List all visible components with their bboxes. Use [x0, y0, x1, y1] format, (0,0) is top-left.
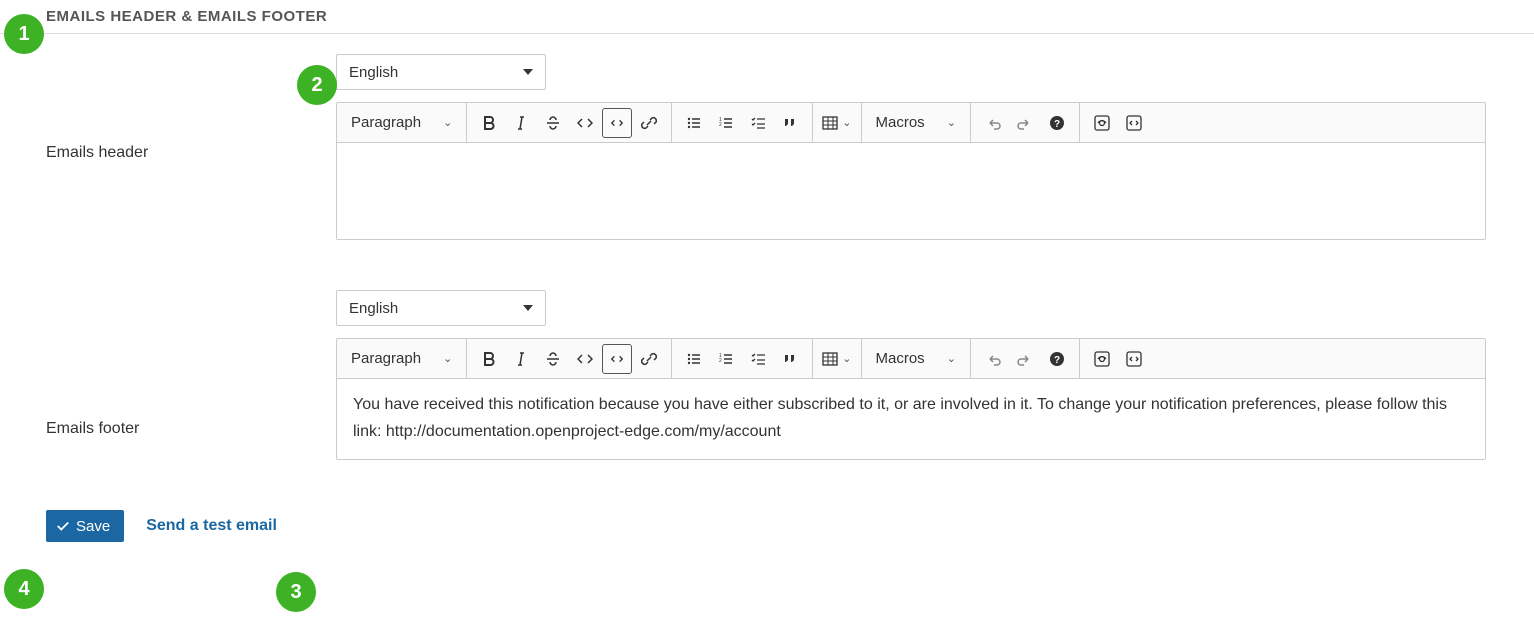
footer-editor-toolbar: Paragraph ⌄ 12	[337, 339, 1485, 379]
strikethrough-icon[interactable]	[538, 108, 568, 138]
annotation-marker-1: 1	[4, 14, 44, 54]
numbered-list-icon[interactable]: 12	[711, 108, 741, 138]
paragraph-dropdown-label: Paragraph	[351, 114, 421, 131]
footer-language-value: English	[349, 300, 398, 317]
help-icon[interactable]: ?	[1042, 344, 1072, 374]
paragraph-dropdown-label: Paragraph	[351, 350, 421, 367]
preview-icon[interactable]	[1087, 108, 1117, 138]
quote-icon[interactable]	[775, 344, 805, 374]
quote-icon[interactable]	[775, 108, 805, 138]
task-list-icon[interactable]	[743, 108, 773, 138]
table-dropdown[interactable]: ⌄	[820, 344, 853, 374]
send-test-email-link[interactable]: Send a test email	[146, 517, 277, 535]
code-block-icon[interactable]	[602, 344, 632, 374]
chevron-down-icon	[523, 69, 533, 75]
source-icon[interactable]	[1119, 108, 1149, 138]
emails-header-label: Emails header	[46, 54, 336, 162]
code-icon[interactable]	[570, 108, 600, 138]
annotation-marker-4: 4	[4, 569, 44, 609]
redo-icon[interactable]	[1010, 344, 1040, 374]
footer-language-select[interactable]: English	[336, 290, 546, 326]
annotation-marker-2: 2	[297, 65, 337, 105]
chevron-down-icon	[523, 305, 533, 311]
annotation-marker-3: 3	[276, 572, 316, 612]
chevron-down-icon: ⌄	[947, 116, 956, 129]
bullet-list-icon[interactable]	[679, 108, 709, 138]
bold-icon[interactable]	[474, 108, 504, 138]
svg-text:?: ?	[1054, 119, 1060, 130]
italic-icon[interactable]	[506, 108, 536, 138]
macros-dropdown-label: Macros	[876, 114, 925, 131]
italic-icon[interactable]	[506, 344, 536, 374]
header-language-value: English	[349, 64, 398, 81]
preview-icon[interactable]	[1087, 344, 1117, 374]
macros-dropdown[interactable]: Macros ⌄	[868, 344, 964, 374]
task-list-icon[interactable]	[743, 344, 773, 374]
header-editor-toolbar: Paragraph ⌄ 12	[337, 103, 1485, 143]
svg-text:2: 2	[719, 358, 722, 364]
macros-dropdown-label: Macros	[876, 350, 925, 367]
chevron-down-icon: ⌄	[947, 352, 956, 365]
undo-icon[interactable]	[978, 108, 1008, 138]
save-button-label: Save	[76, 518, 110, 535]
redo-icon[interactable]	[1010, 108, 1040, 138]
source-icon[interactable]	[1119, 344, 1149, 374]
emails-footer-label: Emails footer	[46, 290, 336, 438]
page-title: EMAILS HEADER & EMAILS FOOTER	[0, 0, 1534, 34]
check-icon	[56, 519, 70, 533]
table-dropdown[interactable]: ⌄	[820, 108, 853, 138]
svg-text:2: 2	[719, 122, 722, 128]
help-icon[interactable]: ?	[1042, 108, 1072, 138]
bold-icon[interactable]	[474, 344, 504, 374]
chevron-down-icon: ⌄	[443, 116, 452, 129]
numbered-list-icon[interactable]: 12	[711, 344, 741, 374]
code-icon[interactable]	[570, 344, 600, 374]
header-editor: Paragraph ⌄ 12	[336, 102, 1486, 240]
paragraph-dropdown[interactable]: Paragraph ⌄	[343, 108, 460, 138]
paragraph-dropdown[interactable]: Paragraph ⌄	[343, 344, 460, 374]
chevron-down-icon: ⌄	[842, 352, 851, 365]
header-language-select[interactable]: English	[336, 54, 546, 90]
undo-icon[interactable]	[978, 344, 1008, 374]
footer-editor-content[interactable]: You have received this notification beca…	[337, 379, 1485, 459]
header-editor-content[interactable]	[337, 143, 1485, 239]
strikethrough-icon[interactable]	[538, 344, 568, 374]
code-block-icon[interactable]	[602, 108, 632, 138]
link-icon[interactable]	[634, 108, 664, 138]
chevron-down-icon: ⌄	[842, 116, 851, 129]
svg-text:?: ?	[1054, 355, 1060, 366]
link-icon[interactable]	[634, 344, 664, 374]
bullet-list-icon[interactable]	[679, 344, 709, 374]
footer-editor: Paragraph ⌄ 12	[336, 338, 1486, 460]
chevron-down-icon: ⌄	[443, 352, 452, 365]
save-button[interactable]: Save	[46, 510, 124, 542]
macros-dropdown[interactable]: Macros ⌄	[868, 108, 964, 138]
